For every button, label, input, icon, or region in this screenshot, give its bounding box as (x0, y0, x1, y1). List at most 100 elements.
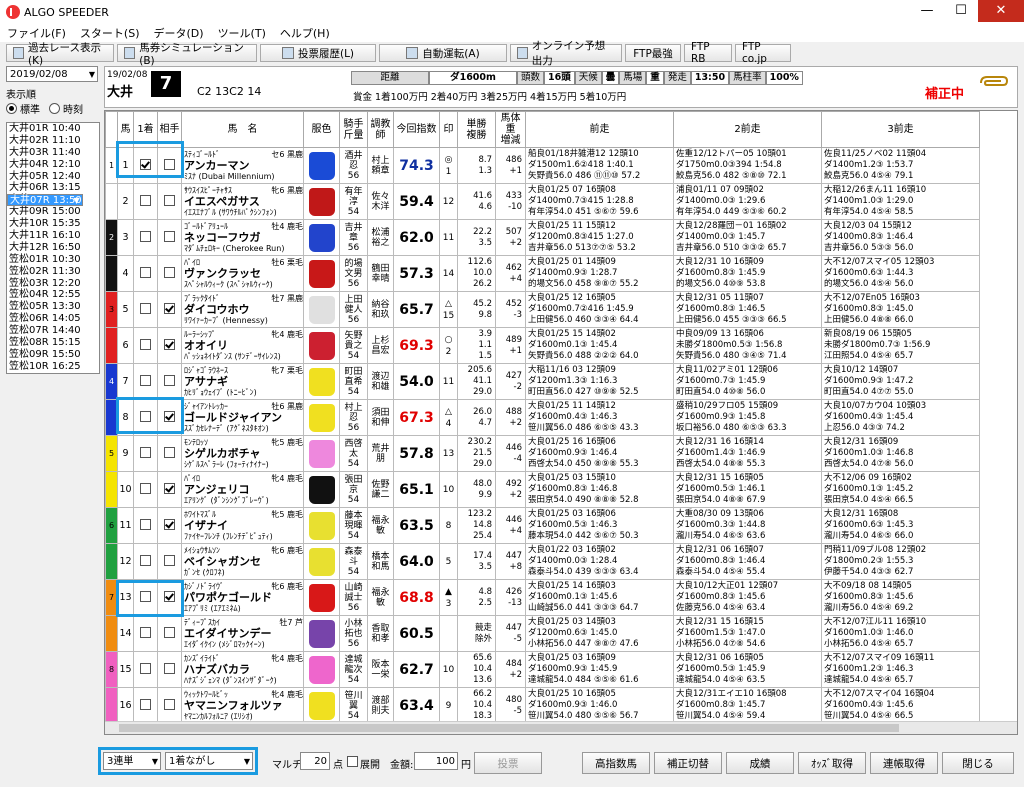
horse-name[interactable]: ヴァンクラッセ (184, 268, 303, 279)
horse-name[interactable]: イザナイ (184, 520, 303, 531)
partner-checkbox-cell[interactable] (157, 543, 182, 580)
first-checkbox-cell[interactable] (133, 255, 158, 292)
horse-name-cell[interactable]: ｶﾝｽﾞｲﾗｲﾄﾞ 牝4 鹿毛 ハナズバカラ ﾊﾅｽﾞｼﾞｪﾝﾏ (ﾀﾞﾝｽｲﾝｻﾞﾀ… (181, 651, 304, 688)
partner-checkbox-cell[interactable] (157, 687, 182, 724)
first-place-checkbox[interactable] (140, 626, 151, 638)
horse-name-cell[interactable]: ｺﾞｰﾙﾄﾞｱﾘｭｰﾙ 牡4 鹿毛 ネッコーフウガ ﾏﾀﾞﾑﾁｪﾛｷｰ (Cherok… (181, 219, 304, 256)
partner-checkbox[interactable] (164, 302, 175, 314)
vote-history-button[interactable]: 投票履歴(L) (260, 44, 376, 62)
race-list-item[interactable]: 大井07R 13:50 (7, 194, 83, 207)
horse-name[interactable]: アサナギ (184, 376, 303, 387)
high-index-button[interactable]: 高指数馬 (582, 752, 650, 774)
auto-run-button[interactable]: 自動運転(A) (379, 44, 507, 62)
col-header-mark[interactable]: 印 (439, 111, 458, 148)
partner-checkbox-cell[interactable] (157, 615, 182, 652)
horse-name-cell[interactable]: ﾊﾟｲﾛ 牡6 栗毛 ヴァンクラッセ ｽﾍﾟｼｬﾙｳｨｰｸ (ｽﾍﾟｼｬﾙｳｨｰｸ) (181, 255, 304, 292)
race-list-item[interactable]: 笠松04R 12:55 (7, 289, 99, 301)
horse-name[interactable]: パワポケゴールド (184, 592, 303, 603)
partner-checkbox[interactable] (164, 266, 175, 278)
race-list[interactable]: 大井01R 10:40 大井02R 11:10 大井03R 11:40 大井04R 1… (6, 122, 100, 374)
first-place-checkbox[interactable] (140, 338, 151, 350)
partner-checkbox[interactable] (164, 698, 175, 710)
first-place-checkbox[interactable] (140, 302, 151, 314)
race-list-item[interactable]: 大井10R 15:35 (7, 218, 99, 230)
horse-name-cell[interactable]: ﾙｰﾗｰｼｯﾌﾟ 牝4 鹿毛 オオイリ ﾊﾟｯｼｮﾈｲﾄﾀﾞﾝｽ (ｻﾝﾃﾞｰｻｲﾚﾝ… (181, 327, 304, 364)
partner-checkbox[interactable] (164, 662, 175, 674)
bet-type-select[interactable]: 3連単 (103, 752, 161, 771)
partner-checkbox-cell[interactable] (157, 363, 182, 400)
horse-name[interactable]: オオイリ (184, 340, 303, 351)
first-place-checkbox[interactable] (140, 266, 151, 278)
table-row[interactable]: 8 ｼﾞｬｲｱﾝﾄﾚｯｶｰ 牡6 黒鹿 ゴールドジャイアン ｽｽﾞｶｾﾚﾅｰﾃﾞ (ｱｸ… (105, 399, 980, 436)
horse-name[interactable]: イエスペガサス (184, 196, 303, 207)
horse-name[interactable]: ネッコーフウガ (184, 232, 303, 243)
race-list-item[interactable]: 大井05R 12:40 (7, 171, 99, 183)
first-place-checkbox[interactable] (140, 482, 151, 494)
bet-mode-select[interactable]: 1着ながし (165, 752, 253, 771)
past-race-button[interactable]: 過去レース表示(K) (6, 42, 114, 67)
partner-checkbox[interactable] (164, 194, 175, 206)
col-header-trainer[interactable]: 調教 師 (367, 111, 394, 148)
partner-checkbox[interactable] (164, 374, 175, 386)
table-row[interactable]: 3 5 ﾌﾞﾗｯｸﾀｲﾄﾞ 牡7 黒鹿 ダイコウホウ ﾘﾜｲｧｰｶｰﾌﾞ (Henness… (105, 291, 980, 328)
race-list-item[interactable]: 笠松09R 15:50 (7, 349, 99, 361)
online-forecast-button[interactable]: オンライン予想出力 (510, 40, 622, 67)
first-checkbox-cell[interactable] (133, 507, 158, 544)
horse-name[interactable]: ダイコウホウ (184, 304, 303, 315)
horse-name-cell[interactable]: ｻｳｽｲｽﾋﾟｰﾁｬｻｽ 牝6 黒鹿 イエスペガサス ｲｴｽｴﾅﾌﾞﾙ (ｻﾜｳﾁﾙﾊ… (181, 183, 304, 220)
race-list-item[interactable]: 笠松01R 10:30 (7, 254, 99, 266)
first-place-checkbox[interactable] (140, 518, 151, 530)
horse-name-cell[interactable]: ﾛｼﾞｬｺﾞﾗｳﾈｰｽ 牝7 栗毛 アサナギ ｶﾋﾘﾞｮｳｪｲﾌﾞ (ﾄﾆｰﾋﾞﾝ) (181, 363, 304, 400)
col-header-index[interactable]: 今回指数 (393, 111, 440, 148)
partner-checkbox[interactable] (164, 482, 175, 494)
race-list-item[interactable]: 大井09R 15:00 (7, 206, 99, 218)
ledger-fetch-button[interactable]: 連帳取得 (870, 752, 938, 774)
first-checkbox-cell[interactable] (133, 435, 158, 472)
race-list-item[interactable]: 笠松08R 15:15 (7, 337, 99, 349)
partner-checkbox-cell[interactable] (157, 327, 182, 364)
first-place-checkbox[interactable] (140, 374, 151, 386)
table-row[interactable]: 4 7 ﾛｼﾞｬｺﾞﾗｳﾈｰｽ 牝7 栗毛 アサナギ ｶﾋﾘﾞｮｳｪｲﾌﾞ (ﾄﾆｰﾋﾞﾝ… (105, 363, 980, 400)
race-list-item[interactable]: 笠松10R 16:25 (7, 361, 99, 373)
race-list-item[interactable]: 笠松07R 14:40 (7, 325, 99, 337)
first-checkbox-cell[interactable] (133, 687, 158, 724)
horse-name-cell[interactable]: ﾃﾞｨｰﾌﾟｽｶｲ 牡7 芦エイダイサンデー ｴｲﾀﾞｲｸｲﾝ (ﾒｼﾞﾛﾏｯｸｲｰ… (181, 615, 304, 652)
col-header-prev1[interactable]: 前走 (525, 111, 674, 148)
col-header-prev3[interactable]: 3前走 (821, 111, 980, 148)
horse-name[interactable]: ベイシャガンセ (184, 556, 303, 567)
first-checkbox-cell[interactable] (133, 363, 158, 400)
table-row[interactable]: 2 3 ｺﾞｰﾙﾄﾞｱﾘｭｰﾙ 牡4 鹿毛 ネッコーフウガ ﾏﾀﾞﾑﾁｪﾛｷｰ (Cher… (105, 219, 980, 256)
table-row[interactable]: 5 9 ﾓﾝﾃﾛｯｿ 牝5 鹿毛 シゲルカボチャ ｼｹﾞﾙｽﾍﾟﾗｰﾚ (ﾌｫｰﾃｨﾅｲﾅ… (105, 435, 980, 472)
partner-checkbox[interactable] (164, 518, 175, 530)
col-header-silks[interactable]: 服色 (303, 111, 340, 148)
horse-name[interactable]: エイダイサンデー (184, 628, 303, 639)
partner-checkbox-cell[interactable] (157, 219, 182, 256)
first-place-checkbox[interactable] (140, 230, 151, 242)
table-row[interactable]: 1 1 ｽﾃｨｺﾞｰﾙﾄﾞ セ6 黒鹿 アンカーマン ﾐｽﾅ (Dubai Millenn… (105, 147, 980, 184)
bet-simulation-button[interactable]: 馬券シミュレーション(B) (117, 42, 257, 67)
sort-time-radio[interactable] (49, 103, 60, 114)
horse-name-cell[interactable]: ﾎﾜｲﾄﾏｽﾞﾙ 牝5 鹿毛 イザナイ ﾌｧｲﾔｰﾌﾚﾝﾁ (ﾌﾚﾝﾁﾃﾞﾋﾟｭﾃｨ) (181, 507, 304, 544)
close-button[interactable]: 閉じる (942, 752, 1014, 774)
partner-checkbox-cell[interactable] (157, 255, 182, 292)
horse-name[interactable]: シゲルカボチャ (184, 448, 303, 459)
menu-help[interactable]: ヘルプ(H) (273, 25, 337, 41)
odds-fetch-button[interactable]: ｵｯｽﾞ取得 (798, 752, 866, 774)
first-checkbox-cell[interactable] (133, 543, 158, 580)
race-list-item[interactable]: 大井11R 16:10 (7, 230, 99, 242)
race-list-item[interactable]: 笠松02R 11:30 (7, 266, 99, 278)
race-list-item[interactable]: 笠松05R 13:30 (7, 301, 99, 313)
table-row[interactable]: 6 ﾙｰﾗｰｼｯﾌﾟ 牝4 鹿毛 オオイリ ﾊﾟｯｼｮﾈｲﾄﾀﾞﾝｽ (ｻﾝﾃﾞｰｻｲﾚ… (105, 327, 980, 364)
partner-checkbox-cell[interactable] (157, 435, 182, 472)
horse-name-cell[interactable]: ﾊﾟｲﾛ 牝4 鹿毛 アンジェリコ ｴｱﾘﾝｸﾞ (ﾀﾞﾝｼﾝｸﾞﾌﾞﾚｰｳﾞ) (181, 471, 304, 508)
col-header-jockey[interactable]: 騎手 斤量 (339, 111, 368, 148)
col-header-prev2[interactable]: 2前走 (673, 111, 822, 148)
col-header-odds[interactable]: 単勝 複勝 (457, 111, 496, 148)
partner-checkbox-cell[interactable] (157, 471, 182, 508)
points-field[interactable]: 20 (300, 752, 330, 770)
scrollbar-thumb[interactable] (119, 724, 899, 732)
partner-checkbox[interactable] (164, 626, 175, 638)
horse-name-cell[interactable]: ﾌﾞﾗｯｸﾀｲﾄﾞ 牡7 黒鹿 ダイコウホウ ﾘﾜｲｧｰｶｰﾌﾞ (Hennessy) (181, 291, 304, 328)
first-checkbox-cell[interactable] (133, 291, 158, 328)
table-row[interactable]: 2 ｻｳｽｲｽﾋﾟｰﾁｬｻｽ 牝6 黒鹿 イエスペガサス ｲｴｽｴﾅﾌﾞﾙ (ｻﾜｳﾁﾙ… (105, 183, 980, 220)
